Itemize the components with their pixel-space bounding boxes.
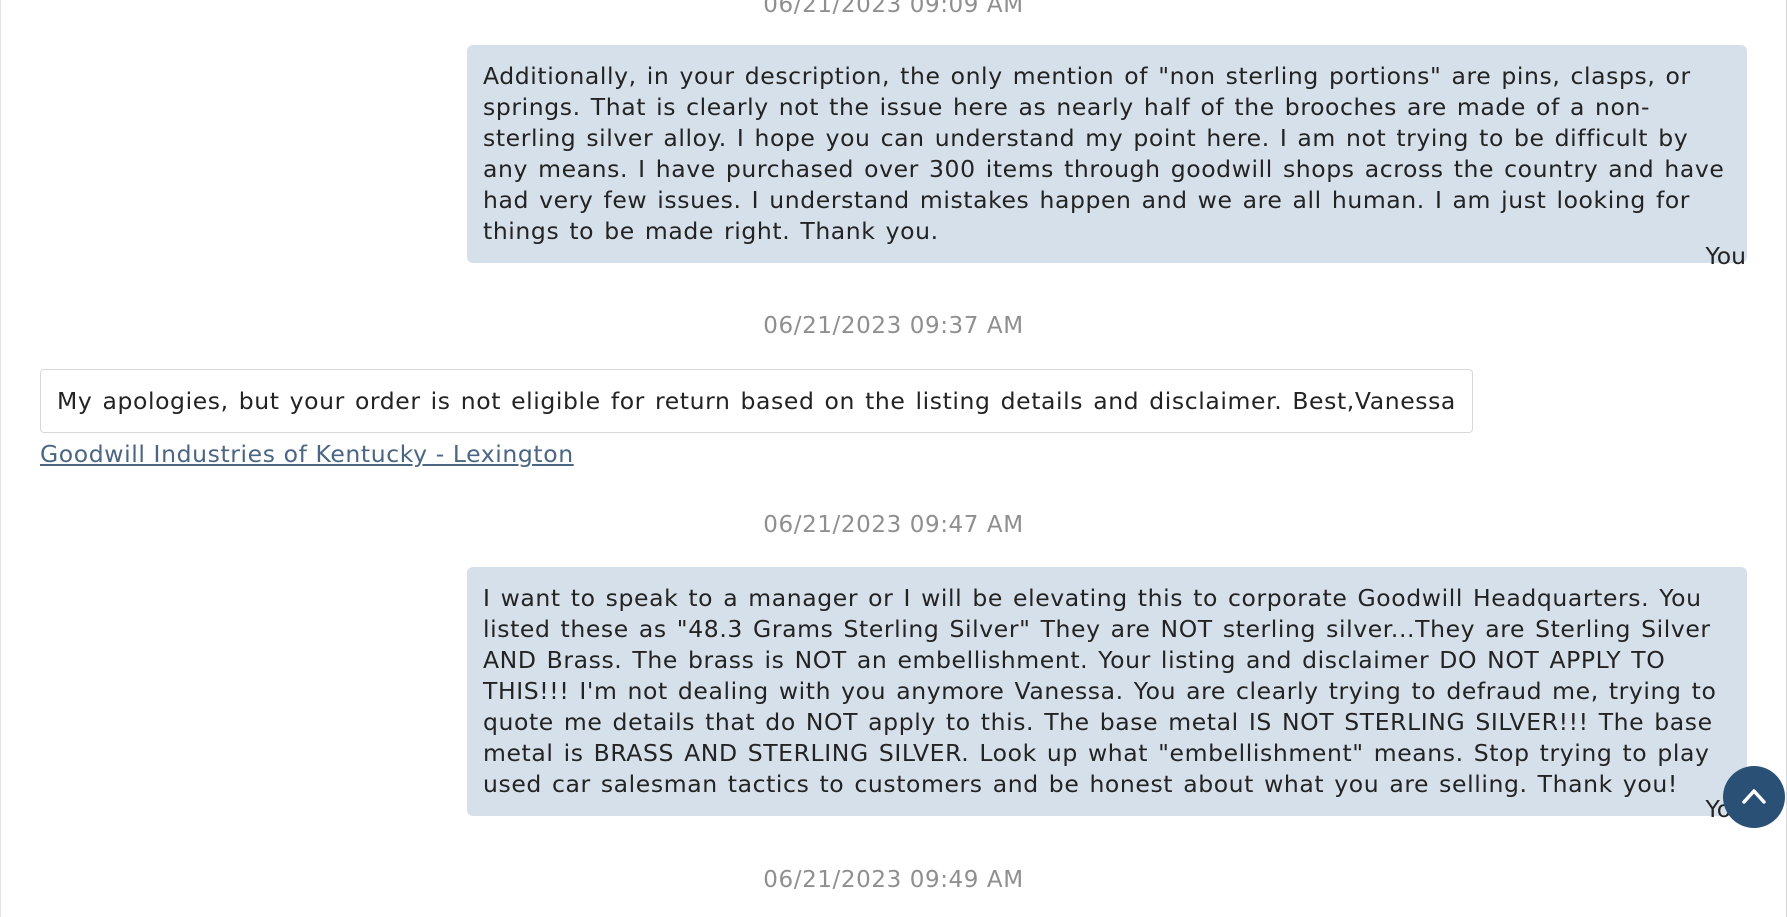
message-thread: 06/21/2023 09:09 AM Additionally, in you…: [0, 0, 1787, 917]
message-timestamp: 06/21/2023 09:49 AM: [763, 867, 1024, 893]
message-sender-you: You: [1705, 242, 1746, 270]
incoming-message-bubble: My apologies, but your order is not elig…: [40, 369, 1473, 433]
message-timestamp: 06/21/2023 09:47 AM: [763, 512, 1024, 538]
message-timestamp: 06/21/2023 09:09 AM: [763, 0, 1024, 18]
scroll-to-top-button[interactable]: [1723, 766, 1785, 828]
message-sender-store-link[interactable]: Goodwill Industries of Kentucky - Lexing…: [40, 440, 574, 468]
message-timestamp: 06/21/2023 09:37 AM: [763, 313, 1024, 339]
chevron-up-icon: [1742, 789, 1766, 804]
outgoing-message-bubble: Additionally, in your description, the o…: [467, 45, 1747, 263]
outgoing-message-bubble: I want to speak to a manager or I will b…: [467, 567, 1747, 816]
